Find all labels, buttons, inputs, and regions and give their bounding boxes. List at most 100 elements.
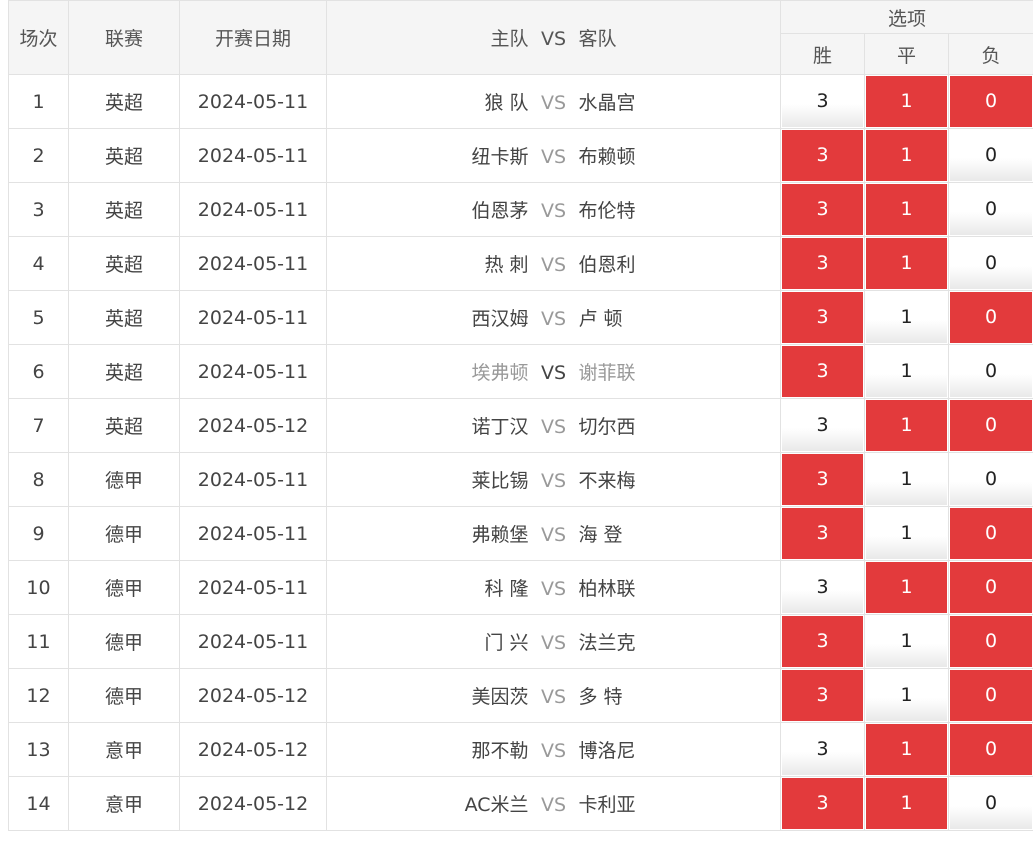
loss-option-button[interactable]: 0	[950, 130, 1033, 181]
home-team: 诺丁汉	[471, 416, 529, 438]
loss-option-button[interactable]: 0	[950, 616, 1033, 667]
draw-option-button[interactable]: 1	[866, 400, 947, 451]
win-option-cell: 3	[780, 236, 865, 291]
away-team: 博洛尼	[578, 740, 636, 762]
match-number: 8	[8, 452, 69, 507]
loss-option-button[interactable]: 0	[950, 400, 1033, 451]
home-team: 纽卡斯	[471, 146, 529, 168]
away-team: 不来梅	[578, 470, 636, 492]
away-team: 谢菲联	[578, 362, 636, 384]
loss-option-button[interactable]: 0	[950, 292, 1033, 343]
table-row: 8 德甲 2024-05-11 莱比锡 VS 不来梅 3 1 0	[8, 452, 1033, 507]
draw-option-button[interactable]: 1	[866, 292, 947, 343]
match-league: 德甲	[68, 614, 180, 669]
win-option-button[interactable]: 3	[782, 184, 863, 235]
match-date: 2024-05-11	[179, 506, 327, 561]
draw-option-button[interactable]: 1	[866, 346, 947, 397]
draw-option-button[interactable]: 1	[866, 724, 947, 775]
win-option-button[interactable]: 3	[782, 670, 863, 721]
home-team: 科 隆	[484, 578, 529, 600]
match-date: 2024-05-11	[179, 290, 327, 345]
draw-option-button[interactable]: 1	[866, 76, 947, 127]
loss-option-button[interactable]: 0	[950, 670, 1033, 721]
win-option-button[interactable]: 3	[782, 508, 863, 559]
draw-option-button[interactable]: 1	[866, 454, 947, 505]
vs-label: VS	[540, 578, 567, 600]
header-options: 选项	[779, 0, 1033, 34]
draw-option-cell: 1	[864, 776, 949, 831]
match-number: 6	[8, 344, 69, 399]
loss-option-button[interactable]: 0	[950, 76, 1033, 127]
table-row: 14 意甲 2024-05-12 AC米兰 VS 卡利亚 3 1 0	[8, 776, 1033, 831]
win-option-button[interactable]: 3	[782, 346, 863, 397]
draw-option-button[interactable]: 1	[866, 562, 947, 613]
loss-option-button[interactable]: 0	[950, 184, 1033, 235]
table-header: 场次 联赛 开赛日期 主队 VS 客队 选项 胜 平 负	[8, 0, 1033, 75]
loss-option-button[interactable]: 0	[950, 778, 1033, 829]
loss-option-cell: 0	[947, 128, 1033, 183]
header-win: 胜	[780, 33, 865, 75]
match-date: 2024-05-12	[179, 722, 327, 777]
table-row: 2 英超 2024-05-11 纽卡斯 VS 布赖顿 3 1 0	[8, 128, 1033, 183]
loss-option-button[interactable]: 0	[950, 238, 1033, 289]
loss-option-button[interactable]: 0	[950, 724, 1033, 775]
win-option-button[interactable]: 3	[782, 778, 863, 829]
draw-option-button[interactable]: 1	[866, 184, 947, 235]
draw-option-cell: 1	[864, 128, 949, 183]
loss-option-cell: 0	[947, 560, 1033, 615]
match-number: 3	[8, 182, 69, 237]
win-option-button[interactable]: 3	[782, 454, 863, 505]
draw-option-cell: 1	[864, 614, 949, 669]
match-teams: 诺丁汉 VS 切尔西	[326, 398, 781, 453]
loss-option-button[interactable]: 0	[950, 454, 1033, 505]
vs-label: VS	[540, 416, 567, 438]
table-row: 11 德甲 2024-05-11 门 兴 VS 法兰克 3 1 0	[8, 614, 1033, 669]
match-teams: 埃弗顿 VS 谢菲联	[326, 344, 781, 399]
draw-option-cell: 1	[864, 74, 949, 129]
match-number: 2	[8, 128, 69, 183]
win-option-button[interactable]: 3	[782, 400, 863, 451]
away-team: 多 特	[578, 686, 623, 708]
match-number: 1	[8, 74, 69, 129]
draw-option-cell: 1	[864, 398, 949, 453]
win-option-cell: 3	[780, 560, 865, 615]
loss-option-button[interactable]: 0	[950, 346, 1033, 397]
match-league: 英超	[68, 344, 180, 399]
loss-option-button[interactable]: 0	[950, 508, 1033, 559]
draw-option-button[interactable]: 1	[866, 670, 947, 721]
win-option-button[interactable]: 3	[782, 238, 863, 289]
match-teams: 热 刺 VS 伯恩利	[326, 236, 781, 291]
win-option-button[interactable]: 3	[782, 562, 863, 613]
loss-option-button[interactable]: 0	[950, 562, 1033, 613]
loss-option-cell: 0	[947, 182, 1033, 237]
win-option-button[interactable]: 3	[782, 616, 863, 667]
match-teams: 莱比锡 VS 不来梅	[326, 452, 781, 507]
loss-option-cell: 0	[947, 398, 1033, 453]
draw-option-button[interactable]: 1	[866, 616, 947, 667]
home-team: 美因茨	[471, 686, 529, 708]
loss-option-cell: 0	[947, 722, 1033, 777]
match-league: 英超	[68, 128, 180, 183]
vs-label: VS	[540, 146, 567, 168]
draw-option-button[interactable]: 1	[866, 778, 947, 829]
win-option-button[interactable]: 3	[782, 76, 863, 127]
win-option-cell: 3	[780, 74, 865, 129]
away-team: 法兰克	[578, 632, 636, 654]
match-date: 2024-05-11	[179, 560, 327, 615]
draw-option-cell: 1	[864, 560, 949, 615]
away-team: 布伦特	[578, 200, 636, 222]
draw-option-button[interactable]: 1	[866, 130, 947, 181]
win-option-button[interactable]: 3	[782, 130, 863, 181]
draw-option-cell: 1	[864, 236, 949, 291]
match-teams: 西汉姆 VS 卢 顿	[326, 290, 781, 345]
table-row: 4 英超 2024-05-11 热 刺 VS 伯恩利 3 1 0	[8, 236, 1033, 291]
table-row: 5 英超 2024-05-11 西汉姆 VS 卢 顿 310	[8, 290, 1033, 345]
win-option-button[interactable]: 3	[782, 292, 863, 343]
home-team: 门 兴	[484, 632, 529, 654]
draw-option-button[interactable]: 1	[866, 508, 947, 559]
draw-option-cell: 1	[864, 452, 949, 507]
draw-option-button[interactable]: 1	[866, 238, 947, 289]
loss-option-cell: 0	[947, 236, 1033, 291]
match-date: 2024-05-11	[179, 344, 327, 399]
win-option-button[interactable]: 3	[782, 724, 863, 775]
